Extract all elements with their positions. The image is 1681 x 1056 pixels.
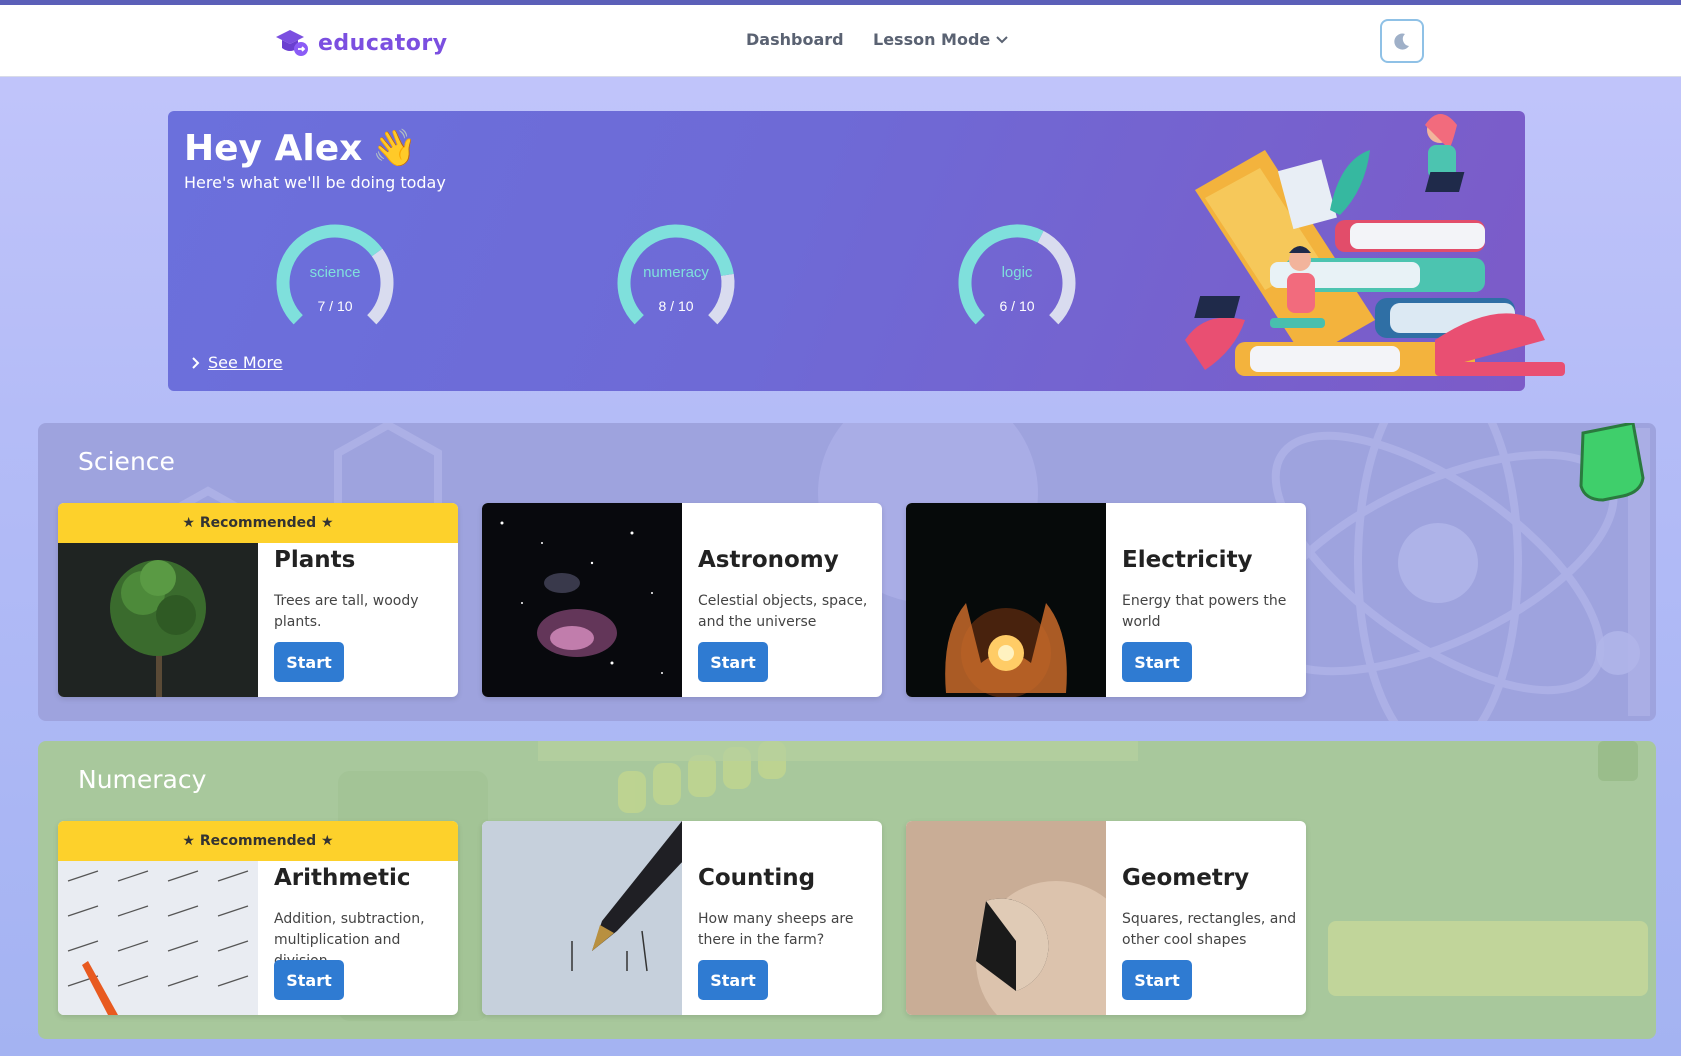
card-title: Geometry	[1122, 865, 1250, 891]
greeting-text: Hey Alex	[184, 127, 363, 169]
chevron-right-icon	[192, 356, 200, 369]
nebula-image	[482, 503, 682, 697]
greeting-subtitle: Here's what we'll be doing today	[184, 173, 446, 192]
paper-shapes-image	[906, 821, 1106, 1015]
logic-progress-gauge: logic 6 / 10	[955, 221, 1079, 345]
section-title: Science	[78, 447, 175, 476]
card-title: Electricity	[1122, 547, 1253, 573]
numeracy-section: Numeracy ★ Recommended ★ Arithmetic Addi…	[38, 741, 1656, 1039]
gauge-label: science	[309, 264, 361, 281]
numeracy-progress-gauge: numeracy 8 / 10	[614, 221, 738, 345]
card-description: Trees are tall, woody plants.	[274, 593, 419, 630]
card-title: Counting	[698, 865, 816, 891]
recommended-badge: ★ Recommended ★	[58, 503, 458, 543]
lesson-card-geometry[interactable]: Geometry Squares, rectangles, and other …	[906, 821, 1306, 1015]
gauge-value: 6 / 10	[999, 298, 1035, 314]
logo[interactable]: educatory	[274, 27, 448, 59]
lesson-mode-label: Lesson Mode	[873, 30, 991, 49]
start-button[interactable]: Start	[1122, 642, 1192, 682]
lightbulb-image	[906, 503, 1106, 697]
lesson-card-counting[interactable]: Counting How many sheeps are there in th…	[482, 821, 882, 1015]
math-worksheet-image	[58, 861, 258, 1015]
start-button[interactable]: Start	[698, 960, 768, 1000]
card-description: Celestial objects, space, and the univer…	[698, 593, 868, 630]
start-button[interactable]: Start	[1122, 960, 1192, 1000]
beaker-icon	[1579, 423, 1645, 502]
science-section: Science ★ Recommended ★ Plants Trees are…	[38, 423, 1656, 721]
plant-image	[58, 543, 258, 697]
dark-mode-toggle[interactable]	[1380, 19, 1424, 63]
gauge-value: 7 / 10	[317, 298, 353, 314]
nav-lesson-mode-dropdown[interactable]: Lesson Mode	[873, 30, 1008, 49]
gauge-label: logic	[1001, 264, 1033, 281]
nav-dashboard-link[interactable]: Dashboard	[746, 30, 844, 49]
moon-icon	[1394, 33, 1409, 50]
recommended-badge: ★ Recommended ★	[58, 821, 458, 861]
graduation-cap-icon	[276, 30, 308, 56]
gauge-value: 8 / 10	[658, 298, 694, 314]
science-progress-gauge: science 7 / 10	[273, 221, 397, 345]
section-title: Numeracy	[78, 765, 207, 794]
lesson-card-arithmetic[interactable]: ★ Recommended ★ Arithmetic Addition, sub…	[58, 821, 458, 1015]
start-button[interactable]: Start	[274, 960, 344, 1000]
card-description: Squares, rectangles, and other cool shap…	[1122, 911, 1297, 948]
card-title: Plants	[274, 547, 356, 573]
start-button[interactable]: Start	[698, 642, 768, 682]
gauge-label: numeracy	[643, 264, 709, 281]
card-description: How many sheeps are there in the farm?	[698, 911, 854, 948]
card-description: Energy that powers the world	[1122, 593, 1287, 630]
lesson-card-astronomy[interactable]: Astronomy Celestial objects, space, and …	[482, 503, 882, 697]
logo-text: educatory	[318, 30, 448, 56]
card-title: Astronomy	[698, 547, 839, 573]
see-more-label: See More	[208, 353, 283, 372]
navbar: educatory Dashboard Lesson Mode	[0, 5, 1681, 77]
see-more-link[interactable]: See More	[192, 353, 283, 372]
start-button[interactable]: Start	[274, 642, 344, 682]
chevron-down-icon	[996, 35, 1008, 43]
card-title: Arithmetic	[274, 865, 411, 891]
pen-on-paper-image	[482, 821, 682, 1015]
greeting-heading: Hey Alex 👋	[184, 127, 418, 170]
lesson-card-electricity[interactable]: Electricity Energy that powers the world…	[906, 503, 1306, 697]
study-illustration	[1185, 114, 1565, 376]
lesson-card-plants[interactable]: ★ Recommended ★ Plants Trees are tall, w…	[58, 503, 458, 697]
waving-hand-icon: 👋	[372, 128, 418, 169]
